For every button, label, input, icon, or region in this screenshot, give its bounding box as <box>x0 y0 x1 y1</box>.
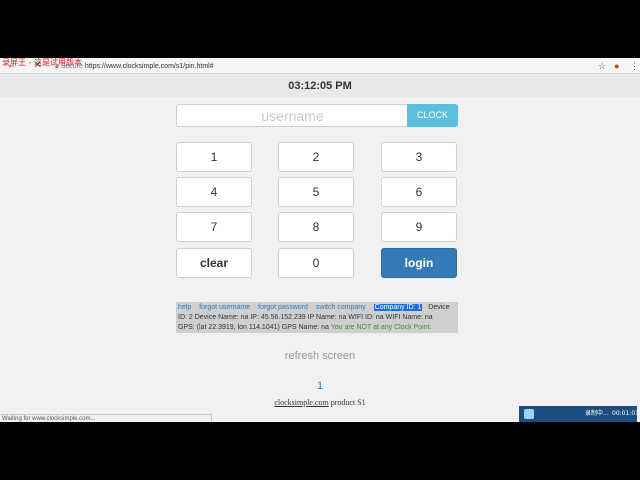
back-arrow-icon[interactable]: ← <box>6 60 18 72</box>
key-5[interactable]: 5 <box>278 177 354 207</box>
page-number[interactable]: 1 <box>0 380 640 392</box>
key-9[interactable]: 9 <box>381 212 457 242</box>
extension-icon[interactable]: ● <box>614 60 619 72</box>
recorder-icon <box>524 409 534 419</box>
address-bar[interactable]: 🔒︎ Secure https://www.clocksimple.com/s1… <box>55 61 605 72</box>
close-icon[interactable]: ✕ <box>32 60 44 72</box>
key-4[interactable]: 4 <box>176 177 252 207</box>
device-info-panel: help forgot username forgot password swi… <box>176 302 458 333</box>
key-7[interactable]: 7 <box>176 212 252 242</box>
key-8[interactable]: 8 <box>278 212 354 242</box>
clear-button[interactable]: clear <box>176 248 252 278</box>
username-row: CLOCK <box>176 104 458 127</box>
browser-status-bar: Waiting for www.clocksimple.com... <box>0 414 212 422</box>
site-link[interactable]: clocksimple.com <box>274 398 328 407</box>
browser-toolbar: 录屏王 - 这是试用版本 ← ✕ 🔒︎ Secure https://www.c… <box>0 58 640 74</box>
clock-point-warning: You are NOT at any Clock Point. <box>330 324 432 331</box>
recording-label: 录制中... <box>585 410 609 417</box>
username-input[interactable] <box>176 104 408 127</box>
help-link[interactable]: help <box>178 304 191 311</box>
url-text: https://www.clocksimple.com/s1/pin.html# <box>84 63 214 70</box>
gps-details: GPS: (lat 22.3919, lon 114.1041) GPS Nam… <box>178 324 329 331</box>
company-id: Company ID: 1 <box>373 304 423 311</box>
key-2[interactable]: 2 <box>278 142 354 172</box>
device-details: ID: 2 Device Name: na IP: 45.56.152.239 … <box>178 314 433 321</box>
forgot-username-link[interactable]: forgot username <box>199 304 250 311</box>
lock-icon: 🔒︎ <box>55 63 59 70</box>
info-links-row: help forgot username forgot password swi… <box>178 303 456 313</box>
product-suffix: product S1 <box>328 398 366 407</box>
refresh-screen-link[interactable]: refresh screen <box>0 350 640 362</box>
switch-company-link[interactable]: switch company <box>316 304 366 311</box>
current-time: 03:12:05 PM <box>0 75 640 97</box>
key-3[interactable]: 3 <box>381 142 457 172</box>
recording-time: 00:01:01 <box>612 410 639 417</box>
browser-viewport: 录屏王 - 这是试用版本 ← ✕ 🔒︎ Secure https://www.c… <box>0 58 640 422</box>
secure-label: Secure <box>60 63 83 70</box>
clock-button[interactable]: CLOCK <box>407 104 458 127</box>
key-1[interactable]: 1 <box>176 142 252 172</box>
screen-recorder-widget: 录制中... 00:01:01 <box>519 406 639 422</box>
gps-row: GPS: (lat 22.3919, lon 114.1041) GPS Nam… <box>178 323 456 333</box>
bookmark-star-icon[interactable]: ☆ <box>598 60 606 72</box>
login-button[interactable]: login <box>381 248 457 278</box>
forgot-password-link[interactable]: forgot password <box>258 304 308 311</box>
key-0[interactable]: 0 <box>278 248 354 278</box>
menu-icon[interactable]: ⋮ <box>630 60 639 72</box>
device-label: Device <box>428 304 450 311</box>
key-6[interactable]: 6 <box>381 177 457 207</box>
